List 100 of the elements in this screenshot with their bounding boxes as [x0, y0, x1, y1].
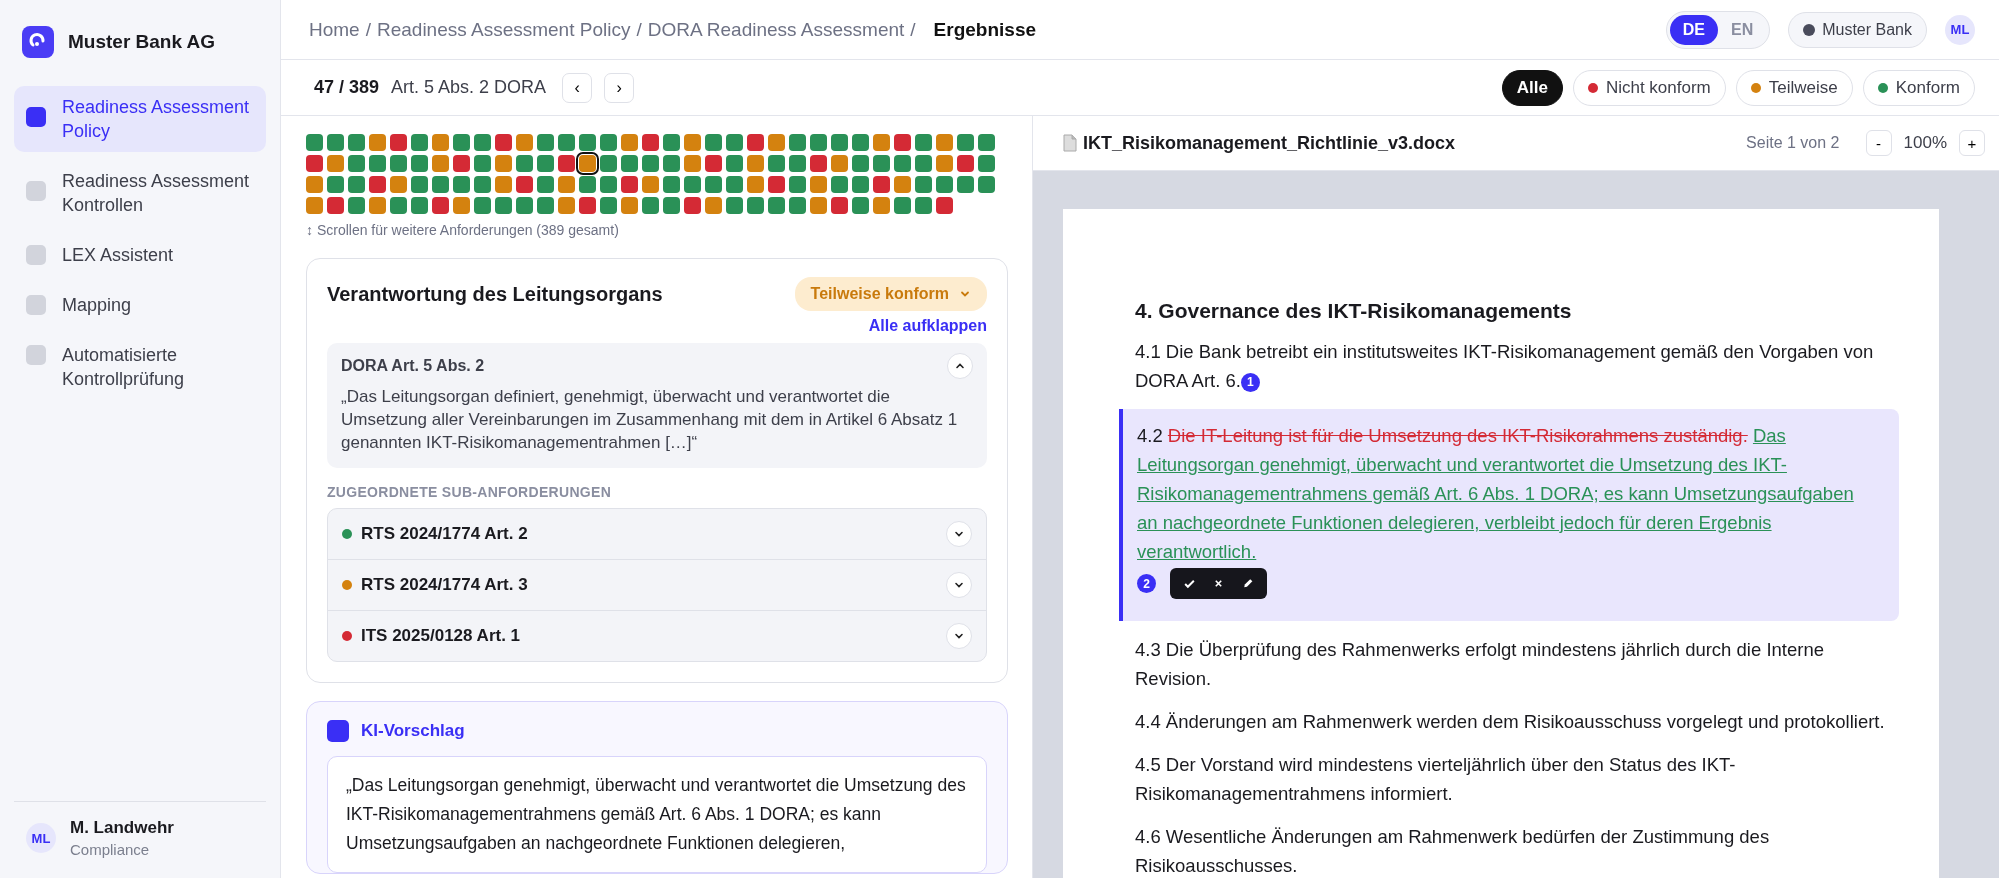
requirement-tile[interactable] — [579, 155, 596, 172]
requirement-tile[interactable] — [327, 155, 344, 172]
requirement-tile[interactable] — [495, 176, 512, 193]
requirement-tile[interactable] — [621, 155, 638, 172]
requirement-tile[interactable] — [411, 197, 428, 214]
requirement-tile[interactable] — [537, 197, 554, 214]
requirement-tile[interactable] — [768, 197, 785, 214]
requirement-tile[interactable] — [306, 155, 323, 172]
requirement-tile[interactable] — [327, 176, 344, 193]
requirement-tile[interactable] — [873, 155, 890, 172]
expand-toggle[interactable] — [946, 572, 972, 598]
requirement-tile[interactable] — [726, 197, 743, 214]
requirement-tile[interactable] — [306, 197, 323, 214]
requirement-tile[interactable] — [957, 134, 974, 151]
requirement-tile[interactable] — [369, 197, 386, 214]
sub-requirement-row[interactable]: ITS 2025/0128 Art. 1 — [328, 610, 986, 661]
requirement-tile[interactable] — [978, 155, 995, 172]
tenant-button[interactable]: Muster Bank — [1788, 11, 1927, 48]
sidebar-item[interactable]: Readiness Assessment Policy — [14, 86, 266, 152]
requirement-tile[interactable] — [789, 155, 806, 172]
requirement-tile[interactable] — [726, 134, 743, 151]
requirement-tile[interactable] — [705, 197, 722, 214]
zoom-out-button[interactable]: - — [1865, 130, 1892, 156]
collapse-toggle[interactable] — [947, 353, 973, 379]
sidebar-item[interactable]: Readiness Assessment Kontrollen — [14, 160, 266, 226]
expand-toggle[interactable] — [946, 623, 972, 649]
requirement-tile[interactable] — [705, 134, 722, 151]
requirement-tile[interactable] — [873, 134, 890, 151]
requirement-tile[interactable] — [915, 155, 932, 172]
requirement-tile[interactable] — [306, 176, 323, 193]
breadcrumb-link[interactable]: Readiness Assessment Policy — [376, 18, 631, 41]
requirement-tile[interactable] — [537, 134, 554, 151]
requirement-tile[interactable] — [411, 134, 428, 151]
requirement-tile[interactable] — [621, 134, 638, 151]
requirement-tile[interactable] — [684, 155, 701, 172]
requirement-tile[interactable] — [474, 134, 491, 151]
requirement-tile[interactable] — [600, 197, 617, 214]
requirement-tile[interactable] — [684, 134, 701, 151]
requirement-tile[interactable] — [957, 155, 974, 172]
requirement-tile[interactable] — [915, 197, 932, 214]
requirement-tile[interactable] — [474, 176, 491, 193]
requirement-tile[interactable] — [348, 134, 365, 151]
sidebar-item[interactable]: Mapping — [14, 284, 266, 326]
requirement-tile[interactable] — [495, 134, 512, 151]
sidebar-item[interactable]: Automatisierte Kontrollprüfung — [14, 334, 266, 400]
requirement-tile[interactable] — [495, 155, 512, 172]
requirement-tile[interactable] — [936, 155, 953, 172]
requirement-tile[interactable] — [831, 176, 848, 193]
requirement-tile[interactable] — [474, 197, 491, 214]
requirement-tile[interactable] — [369, 134, 386, 151]
requirement-tile[interactable] — [642, 155, 659, 172]
requirement-tile[interactable] — [726, 155, 743, 172]
expand-toggle[interactable] — [946, 521, 972, 547]
requirement-tile[interactable] — [768, 176, 785, 193]
requirement-tile[interactable] — [621, 176, 638, 193]
requirement-tile[interactable] — [684, 197, 701, 214]
user-avatar[interactable]: ML — [1945, 14, 1975, 45]
requirement-tile[interactable] — [915, 176, 932, 193]
filter-chip[interactable]: Nicht konform — [1572, 69, 1726, 106]
requirement-tile[interactable] — [873, 197, 890, 214]
requirement-tile[interactable] — [516, 176, 533, 193]
requirement-tile[interactable] — [348, 176, 365, 193]
requirement-tile[interactable] — [537, 176, 554, 193]
requirement-tile[interactable] — [705, 155, 722, 172]
requirement-tile[interactable] — [726, 176, 743, 193]
previous-button[interactable]: ‹ — [562, 72, 593, 103]
requirement-tile[interactable] — [747, 197, 764, 214]
filter-chip[interactable]: Konform — [1862, 69, 1975, 106]
sub-requirement-row[interactable]: RTS 2024/1774 Art. 2 — [328, 509, 986, 559]
requirement-tile[interactable] — [306, 134, 323, 151]
requirement-tile[interactable] — [600, 134, 617, 151]
requirement-tile[interactable] — [852, 134, 869, 151]
requirement-tile[interactable] — [852, 176, 869, 193]
requirement-tile[interactable] — [453, 197, 470, 214]
requirement-tile[interactable] — [453, 155, 470, 172]
requirement-tile[interactable] — [831, 134, 848, 151]
requirement-tile[interactable] — [768, 155, 785, 172]
requirement-tile[interactable] — [558, 197, 575, 214]
requirement-tile[interactable] — [327, 197, 344, 214]
requirement-tile[interactable] — [957, 176, 974, 193]
requirement-tile[interactable] — [747, 176, 764, 193]
requirement-tile[interactable] — [663, 176, 680, 193]
requirement-tile[interactable] — [789, 134, 806, 151]
requirement-tile[interactable] — [432, 134, 449, 151]
requirement-tile[interactable] — [390, 134, 407, 151]
filter-chip[interactable]: Teilweise — [1735, 69, 1853, 106]
requirement-tile[interactable] — [579, 176, 596, 193]
requirement-tile[interactable] — [390, 176, 407, 193]
requirement-tile[interactable] — [810, 134, 827, 151]
requirement-tile[interactable] — [579, 134, 596, 151]
requirement-tile[interactable] — [789, 197, 806, 214]
requirement-tile[interactable] — [390, 155, 407, 172]
zoom-in-button[interactable]: + — [1959, 130, 1985, 156]
requirement-tile[interactable] — [936, 176, 953, 193]
requirement-tile[interactable] — [579, 197, 596, 214]
filter-chip[interactable]: Alle — [1501, 69, 1563, 106]
requirement-tile[interactable] — [558, 155, 575, 172]
requirement-tile[interactable] — [978, 176, 995, 193]
requirement-tile[interactable] — [432, 155, 449, 172]
requirement-tile[interactable] — [327, 134, 344, 151]
